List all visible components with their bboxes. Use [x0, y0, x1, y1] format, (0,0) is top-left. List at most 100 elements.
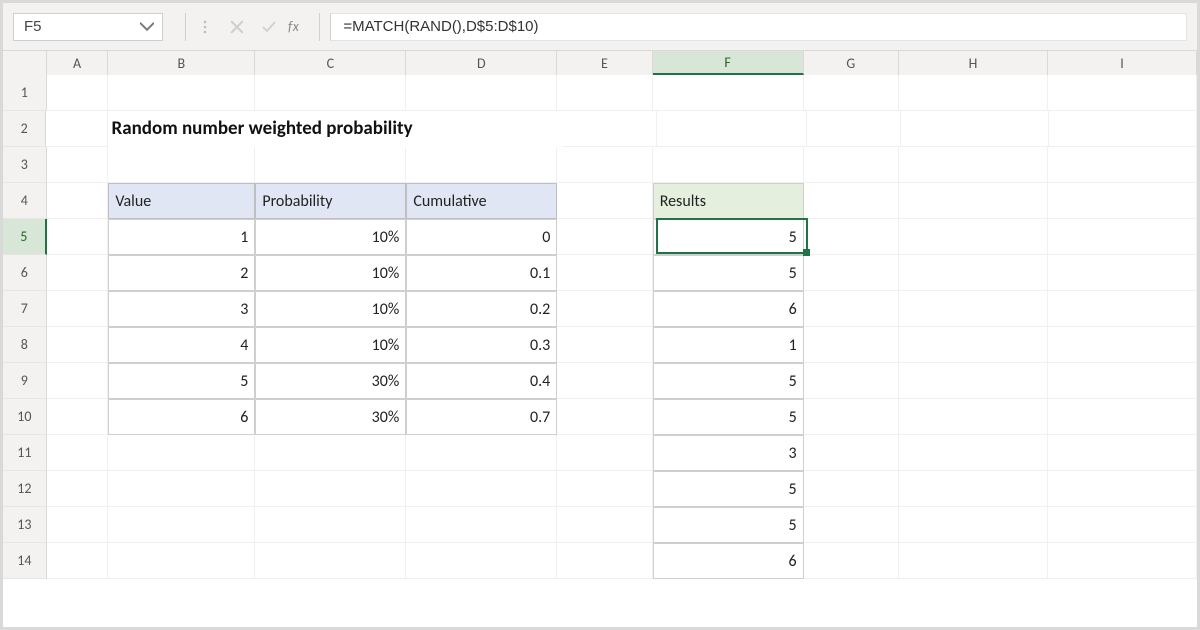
table-cell-value[interactable]: 5	[108, 363, 255, 399]
table-cell-cumulative[interactable]: 0.7	[406, 399, 557, 435]
cell[interactable]	[47, 471, 109, 507]
formula-input[interactable]	[341, 17, 1176, 36]
cell[interactable]	[1048, 471, 1197, 507]
column-header-F[interactable]: F	[653, 51, 804, 75]
cell[interactable]	[108, 75, 255, 111]
cell[interactable]	[1048, 291, 1197, 327]
row-header[interactable]: 12	[3, 471, 47, 507]
table-cell-probability[interactable]: 30%	[255, 399, 406, 435]
table-cell-result[interactable]: 6	[653, 291, 804, 327]
cell[interactable]	[557, 75, 652, 111]
cell[interactable]	[1048, 219, 1197, 255]
table-header-cumulative[interactable]: Cumulative	[406, 183, 557, 219]
table-header-value[interactable]: Value	[108, 183, 255, 219]
row-header[interactable]: 8	[3, 327, 47, 363]
cell[interactable]	[47, 219, 109, 255]
table-cell-result[interactable]: 5	[653, 507, 804, 543]
cell[interactable]	[557, 471, 652, 507]
cell[interactable]	[557, 147, 652, 183]
cell[interactable]	[108, 543, 255, 579]
cell[interactable]	[899, 219, 1048, 255]
cell[interactable]	[47, 147, 109, 183]
table-cell-value[interactable]: 4	[108, 327, 255, 363]
cell[interactable]	[899, 147, 1048, 183]
cell[interactable]	[899, 291, 1048, 327]
cell[interactable]	[899, 255, 1048, 291]
cell[interactable]	[406, 147, 557, 183]
table-header-probability[interactable]: Probability	[255, 183, 406, 219]
fx-label[interactable]: fx	[288, 18, 299, 35]
cell[interactable]	[557, 219, 652, 255]
cell[interactable]	[47, 75, 109, 111]
cell[interactable]	[255, 435, 406, 471]
table-cell-probability[interactable]: 10%	[255, 291, 406, 327]
column-header-A[interactable]: A	[47, 51, 109, 75]
cell[interactable]	[899, 75, 1048, 111]
cell[interactable]	[406, 507, 557, 543]
cell[interactable]	[657, 111, 807, 147]
cell[interactable]	[804, 75, 899, 111]
cell[interactable]	[108, 507, 255, 543]
cell[interactable]	[804, 219, 899, 255]
column-header-I[interactable]: I	[1048, 51, 1197, 75]
cell[interactable]	[1048, 147, 1197, 183]
cell[interactable]	[46, 111, 107, 147]
cell[interactable]	[406, 543, 557, 579]
table-cell-probability[interactable]: 10%	[255, 219, 406, 255]
cell[interactable]	[1049, 111, 1197, 147]
table-cell-result[interactable]: 3	[653, 435, 804, 471]
cell[interactable]	[255, 543, 406, 579]
cell[interactable]	[557, 507, 652, 543]
cell[interactable]	[653, 147, 804, 183]
cell[interactable]	[807, 111, 902, 147]
cell[interactable]	[255, 147, 406, 183]
row-header[interactable]: 4	[3, 183, 47, 219]
cell[interactable]	[804, 399, 899, 435]
table-cell-result[interactable]: 5	[653, 255, 804, 291]
cell[interactable]	[1048, 327, 1197, 363]
cell[interactable]	[255, 507, 406, 543]
cell[interactable]	[804, 507, 899, 543]
formula-input-container[interactable]	[330, 13, 1187, 41]
cell[interactable]	[47, 435, 109, 471]
cell[interactable]	[47, 255, 109, 291]
cell[interactable]	[108, 471, 255, 507]
cell[interactable]	[557, 435, 652, 471]
cell[interactable]	[108, 147, 255, 183]
cell[interactable]	[406, 435, 557, 471]
column-header-B[interactable]: B	[108, 51, 255, 75]
row-header[interactable]: 5	[3, 219, 47, 255]
row-header[interactable]: 10	[3, 399, 47, 435]
table-header-results[interactable]: Results	[653, 183, 804, 219]
table-cell-result[interactable]: 5	[653, 363, 804, 399]
table-cell-cumulative[interactable]: 0.4	[406, 363, 557, 399]
cell[interactable]	[899, 183, 1048, 219]
chevron-down-icon[interactable]	[140, 20, 154, 34]
row-header[interactable]: 11	[3, 435, 47, 471]
column-header-C[interactable]: C	[255, 51, 406, 75]
column-header-H[interactable]: H	[899, 51, 1048, 75]
cell[interactable]	[899, 507, 1048, 543]
cell[interactable]	[1048, 399, 1197, 435]
cell[interactable]	[1048, 435, 1197, 471]
cell[interactable]	[1048, 507, 1197, 543]
cell[interactable]	[1048, 183, 1197, 219]
cell[interactable]	[804, 471, 899, 507]
cell[interactable]	[901, 111, 1049, 147]
cell[interactable]	[47, 543, 109, 579]
cell[interactable]	[562, 111, 657, 147]
cell[interactable]	[557, 327, 652, 363]
name-box-input[interactable]	[22, 17, 122, 36]
cell[interactable]	[557, 363, 652, 399]
table-cell-result[interactable]: 5	[653, 219, 804, 255]
cell[interactable]	[108, 435, 255, 471]
row-header[interactable]: 9	[3, 363, 47, 399]
cell[interactable]	[804, 543, 899, 579]
page-title[interactable]: Random number weighted probability	[108, 111, 563, 147]
table-cell-cumulative[interactable]: 0.3	[406, 327, 557, 363]
table-cell-value[interactable]: 1	[108, 219, 255, 255]
cell[interactable]	[653, 75, 804, 111]
cell[interactable]	[804, 327, 899, 363]
cell[interactable]	[1048, 543, 1197, 579]
cell[interactable]	[899, 363, 1048, 399]
